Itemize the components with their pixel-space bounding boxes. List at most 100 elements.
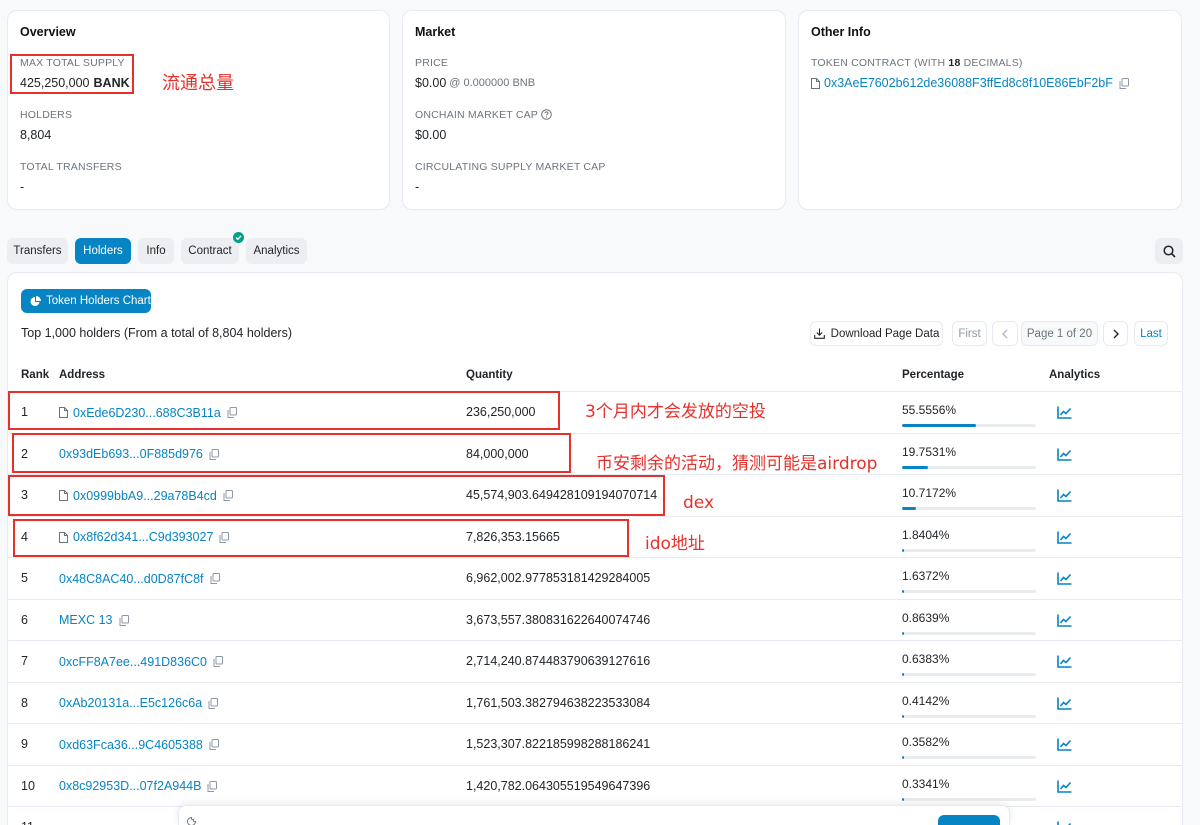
copy-icon[interactable] xyxy=(210,573,220,584)
annotation-text-ido: ido地址 xyxy=(645,534,705,554)
holder-percentage: 0.6383% xyxy=(902,652,950,666)
holder-percentage-cell: 10.7172% xyxy=(902,485,1036,510)
percentage-bar xyxy=(902,548,1036,552)
last-page-button[interactable]: Last xyxy=(1134,321,1168,346)
analytics-chart-icon[interactable] xyxy=(1057,614,1072,627)
page-indicator: Page 1 of 20 xyxy=(1021,321,1098,346)
holder-address-cell: 0xcFF8A7ee...491D836C0 xyxy=(59,641,224,682)
holder-address-link[interactable]: 0x8c92953D...07f2A944B xyxy=(59,779,201,793)
column-percentage: Percentage xyxy=(902,369,965,381)
circulating-market-cap-value: - xyxy=(415,180,420,194)
question-circle-icon[interactable] xyxy=(541,109,552,120)
circulating-market-cap-label: CIRCULATING SUPPLY MARKET CAP xyxy=(415,161,606,173)
holder-percentage: 1.6372% xyxy=(902,569,950,583)
overview-title: Overview xyxy=(20,25,76,39)
tab-holders[interactable]: Holders xyxy=(75,238,131,264)
analytics-chart-icon[interactable] xyxy=(1057,697,1072,710)
holder-address-link[interactable]: 0x48C8AC40...d0D87fC8f xyxy=(59,572,204,586)
annotation-box-holder-3 xyxy=(8,475,665,516)
search-icon xyxy=(1162,244,1176,258)
next-page-button[interactable] xyxy=(1103,321,1128,346)
percentage-bar xyxy=(902,631,1036,635)
holder-address-cell: 0xd63Fca36...9C4605388 xyxy=(59,724,219,765)
analytics-chart-icon[interactable] xyxy=(1057,572,1072,585)
token-contract-address-link[interactable]: 0x3AeE7602b612de36088F3ffEd8c8f10E86EbF2… xyxy=(824,75,1113,91)
holder-percentage: 0.4142% xyxy=(902,693,950,708)
price-value: $0.00 @ 0.000000 BNB xyxy=(415,75,535,91)
table-row: 6 MEXC 13 3,673,557.380831622640074746 0.86… xyxy=(8,600,1182,641)
other-info-card: Other Info TOKEN CONTRACT (WITH 18 DECIM… xyxy=(798,10,1182,210)
annotation-box-holder-4 xyxy=(13,519,629,557)
holder-percentage-cell: 0.3582% xyxy=(902,734,1036,759)
holders-summary: Top 1,000 holders (From a total of 8,804… xyxy=(21,326,292,340)
token-contract-field: TOKEN CONTRACT (WITH 18 DECIMALS) 0x3AeE… xyxy=(811,57,1129,91)
total-transfers-label: TOTAL TRANSFERS xyxy=(20,161,122,173)
analytics-chart-icon[interactable] xyxy=(1057,531,1072,544)
table-row: 10 0x8c92953D...07f2A944B 1,420,782.064305… xyxy=(8,766,1182,807)
holder-address-cell: 0x48C8AC40...d0D87fC8f xyxy=(59,558,220,599)
holder-percentage-cell: 1.8404% xyxy=(902,527,1036,552)
percentage-bar-fill xyxy=(902,714,904,718)
circulating-market-cap-field: CIRCULATING SUPPLY MARKET CAP - xyxy=(415,161,606,195)
holder-quantity: 1,523,307.822185998288186241 xyxy=(466,737,651,751)
holder-percentage: 19.7531% xyxy=(902,444,957,459)
percentage-bar xyxy=(902,714,1036,718)
holder-percentage-cell: 0.4142% xyxy=(902,693,1036,718)
holder-address-link[interactable]: 0xd63Fca36...9C4605388 xyxy=(59,738,203,752)
analytics-chart-icon[interactable] xyxy=(1057,489,1072,502)
copy-icon[interactable] xyxy=(208,697,219,709)
annotation-box-holder-1 xyxy=(8,391,560,430)
search-button[interactable] xyxy=(1155,238,1183,264)
column-address: Address xyxy=(59,369,106,381)
copy-icon[interactable] xyxy=(119,614,129,626)
holder-address-link[interactable]: MEXC 13 xyxy=(59,613,113,627)
tab-info[interactable]: Info xyxy=(138,238,174,264)
holder-address-link[interactable]: 0xAb20131a...E5c126c6a xyxy=(59,696,202,710)
tab-contract[interactable]: Contract xyxy=(181,232,244,264)
percentage-bar-fill xyxy=(902,673,904,676)
holder-address-link[interactable]: 0xcFF8A7ee...491D836C0 xyxy=(59,655,207,669)
total-transfers-field: TOTAL TRANSFERS - xyxy=(20,161,122,195)
annotation-text-binance: 币安剩余的活动，猜测可能是airdrop xyxy=(596,454,878,474)
token-contract-label: TOKEN CONTRACT (WITH 18 DECIMALS) xyxy=(811,57,1129,69)
tab-analytics[interactable]: Analytics xyxy=(246,238,307,264)
tab-transfers[interactable]: Transfers xyxy=(7,238,68,264)
holder-rank: 11 xyxy=(21,807,34,825)
percentage-bar xyxy=(902,465,1036,469)
copy-icon[interactable] xyxy=(1119,77,1129,89)
token-decimals: 18 xyxy=(948,57,961,69)
download-page-data-button[interactable]: Download Page Data xyxy=(810,321,943,346)
holder-percentage-cell: 19.7531% xyxy=(902,444,1036,469)
holder-rank: 5 xyxy=(21,571,28,585)
previous-page-button[interactable] xyxy=(992,321,1018,346)
pie-chart-icon xyxy=(30,295,41,307)
cookie-accept-button[interactable] xyxy=(938,815,1000,825)
analytics-chart-icon[interactable] xyxy=(1057,448,1072,461)
percentage-bar xyxy=(902,797,1036,801)
analytics-chart-icon[interactable] xyxy=(1057,738,1072,751)
percentage-bar-fill xyxy=(902,631,904,635)
token-holders-chart-button[interactable]: Token Holders Chart xyxy=(21,289,151,313)
first-page-button[interactable]: First xyxy=(952,321,987,346)
analytics-chart-icon[interactable] xyxy=(1057,821,1072,825)
onchain-market-cap-field: ONCHAIN MARKET CAP $0.00 xyxy=(415,109,552,143)
percentage-bar xyxy=(902,673,1036,676)
price-label: PRICE xyxy=(415,57,449,69)
percentage-bar-fill xyxy=(902,507,917,510)
analytics-chart-icon[interactable] xyxy=(1057,655,1072,668)
copy-icon[interactable] xyxy=(213,656,224,667)
copy-icon[interactable] xyxy=(209,739,219,750)
overview-card: Overview MAX TOTAL SUPPLY 425,250,000 BA… xyxy=(7,10,390,210)
download-page-data-label: Download Page Data xyxy=(830,327,940,340)
column-analytics: Analytics xyxy=(1049,369,1101,381)
holder-address-cell: MEXC 13 xyxy=(59,600,129,641)
price-field: PRICE $0.00 @ 0.000000 BNB xyxy=(415,57,535,91)
onchain-market-cap-label-text: ONCHAIN MARKET CAP xyxy=(415,109,539,121)
analytics-chart-icon[interactable] xyxy=(1057,780,1072,793)
copy-icon[interactable] xyxy=(207,780,218,792)
cookie-banner xyxy=(178,805,1010,825)
holder-quantity: 2,714,240.874483790639127616 xyxy=(466,654,651,668)
other-info-title: Other Info xyxy=(811,25,871,39)
holder-rank: 6 xyxy=(21,612,28,627)
analytics-chart-icon[interactable] xyxy=(1057,406,1072,419)
